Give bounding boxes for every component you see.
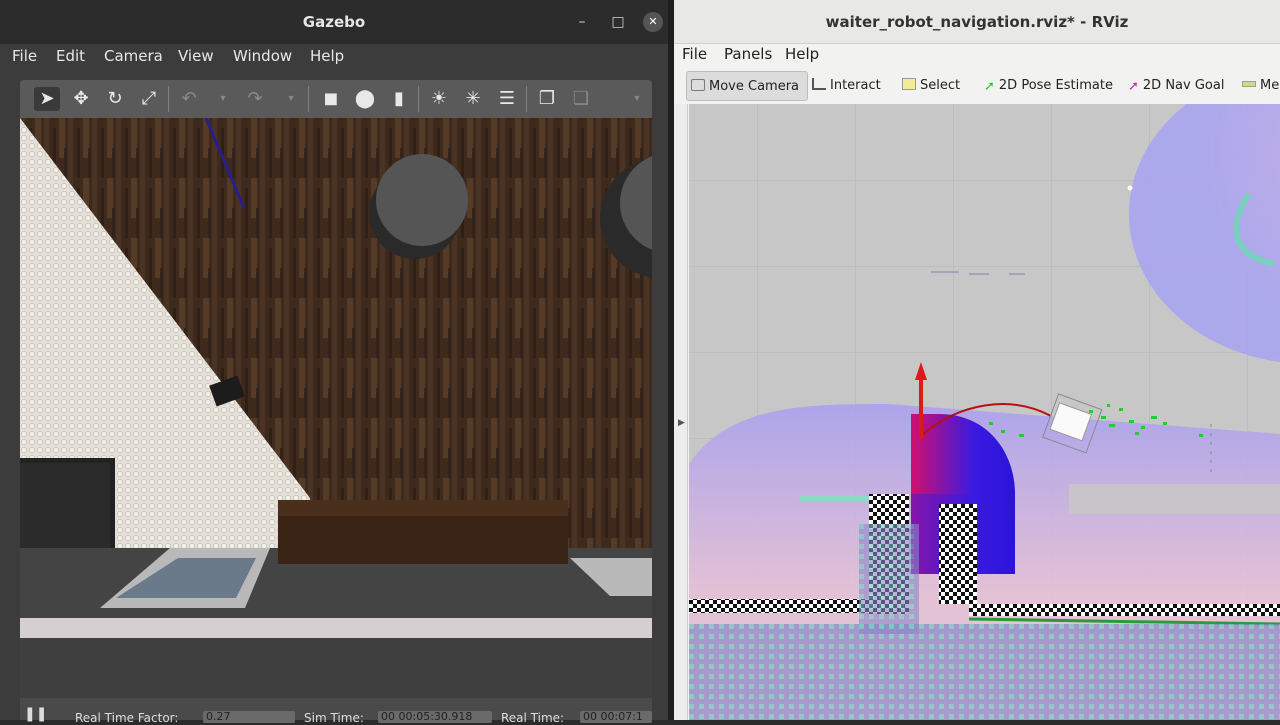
rviz-window: waiter_robot_navigation.rviz* - RViz Fil…: [674, 0, 1280, 720]
gazebo-window: Gazebo – □ ✕ File Edit Camera View Windo…: [0, 0, 668, 725]
tool-select-label: Select: [920, 78, 961, 93]
sphere-icon[interactable]: ⬤: [352, 87, 378, 111]
pose-estimate-arrow-icon: ➚: [984, 79, 995, 94]
rviz-menubar: File Panels Help: [674, 44, 1280, 66]
paste-icon[interactable]: ❏: [568, 87, 594, 111]
tool-interact-label: Interact: [830, 78, 881, 93]
tool-2d-pose-estimate-label: 2D Pose Estimate: [998, 78, 1113, 93]
menu-window[interactable]: Window: [233, 47, 292, 65]
gazebo-3d-scene[interactable]: [20, 118, 652, 698]
real-time-value: 00 00:07:1: [580, 711, 652, 723]
close-icon[interactable]: ✕: [643, 12, 663, 32]
gazebo-menubar: File Edit Camera View Window Help: [0, 44, 668, 70]
rviz-window-title: waiter_robot_navigation.rviz* - RViz: [825, 13, 1129, 31]
tool-measure-label: Me: [1260, 78, 1280, 93]
toolbar-overflow-icon[interactable]: ▾: [624, 87, 650, 111]
box-icon[interactable]: ◼: [318, 87, 344, 111]
tool-interact[interactable]: Interact: [812, 71, 881, 101]
menu-camera[interactable]: Camera: [104, 47, 163, 65]
tool-move-camera[interactable]: Move Camera: [686, 71, 808, 101]
minimize-icon[interactable]: –: [572, 12, 592, 32]
rviz-menu-file[interactable]: File: [682, 45, 707, 63]
hand-icon: [812, 78, 826, 90]
rviz-menu-help[interactable]: Help: [785, 45, 819, 63]
directional-light-icon[interactable]: ☰: [494, 87, 520, 111]
cylinder-icon[interactable]: ▮: [386, 87, 412, 111]
select-arrow-icon[interactable]: ➤: [34, 87, 60, 111]
rotate-icon[interactable]: ↻: [102, 87, 128, 111]
tool-2d-nav-goal-label: 2D Nav Goal: [1142, 78, 1225, 93]
collapse-arrow-icon: ▶: [678, 418, 685, 428]
nav-goal-arrow-icon: ➚: [1128, 79, 1139, 94]
redo-dropdown-icon[interactable]: ▾: [278, 87, 304, 111]
undo-icon[interactable]: ↶: [176, 87, 202, 111]
menu-help[interactable]: Help: [310, 47, 344, 65]
gazebo-toolbar: ➤ ✥ ↻ ⤢ ↶ ▾ ↷ ▾ ◼ ⬤ ▮ ☀ ✳ ☰ ❐ ❏ ▾: [20, 80, 652, 118]
tool-2d-pose-estimate[interactable]: ➚ 2D Pose Estimate: [984, 71, 1113, 101]
select-box-icon: [902, 78, 916, 90]
tool-2d-nav-goal[interactable]: ➚ 2D Nav Goal: [1128, 71, 1224, 101]
rviz-menu-panels[interactable]: Panels: [724, 45, 772, 63]
sim-time-label: Sim Time:: [304, 711, 364, 725]
scale-icon[interactable]: ⤢: [136, 87, 162, 111]
move-camera-icon: [691, 79, 705, 91]
undo-dropdown-icon[interactable]: ▾: [210, 87, 236, 111]
gazebo-statusbar: ❚❚ Real Time Factor: 0.27 Sim Time: 00 0…: [20, 698, 652, 725]
rviz-toolbar: Move Camera Interact Select ➚ 2D Pose Est…: [674, 68, 1280, 104]
rviz-map-render: [689, 104, 1280, 720]
real-time-factor-label: Real Time Factor:: [75, 711, 179, 725]
maximize-icon[interactable]: □: [608, 12, 628, 32]
rviz-titlebar: waiter_robot_navigation.rviz* - RViz: [674, 0, 1280, 44]
real-time-factor-value: 0.27: [203, 711, 295, 723]
translate-icon[interactable]: ✥: [68, 87, 94, 111]
rviz-side-panel-toggle[interactable]: ▶: [674, 104, 688, 720]
rviz-3d-view[interactable]: [689, 104, 1280, 720]
menu-file[interactable]: File: [12, 47, 37, 65]
gazebo-titlebar: Gazebo – □ ✕: [0, 0, 668, 44]
gazebo-scene-render: [20, 118, 652, 698]
spot-light-icon[interactable]: ✳: [460, 87, 486, 111]
tool-measure[interactable]: Me: [1242, 71, 1279, 101]
point-light-icon[interactable]: ☀: [426, 87, 452, 111]
measure-icon: [1242, 81, 1256, 87]
menu-view[interactable]: View: [178, 47, 214, 65]
tool-select[interactable]: Select: [902, 71, 960, 101]
redo-icon[interactable]: ↷: [242, 87, 268, 111]
menu-edit[interactable]: Edit: [56, 47, 85, 65]
tool-move-camera-label: Move Camera: [709, 79, 800, 94]
gazebo-window-title: Gazebo: [302, 13, 366, 31]
sim-time-value: 00 00:05:30.918: [378, 711, 492, 723]
real-time-label: Real Time:: [501, 711, 565, 725]
copy-icon[interactable]: ❐: [534, 87, 560, 111]
